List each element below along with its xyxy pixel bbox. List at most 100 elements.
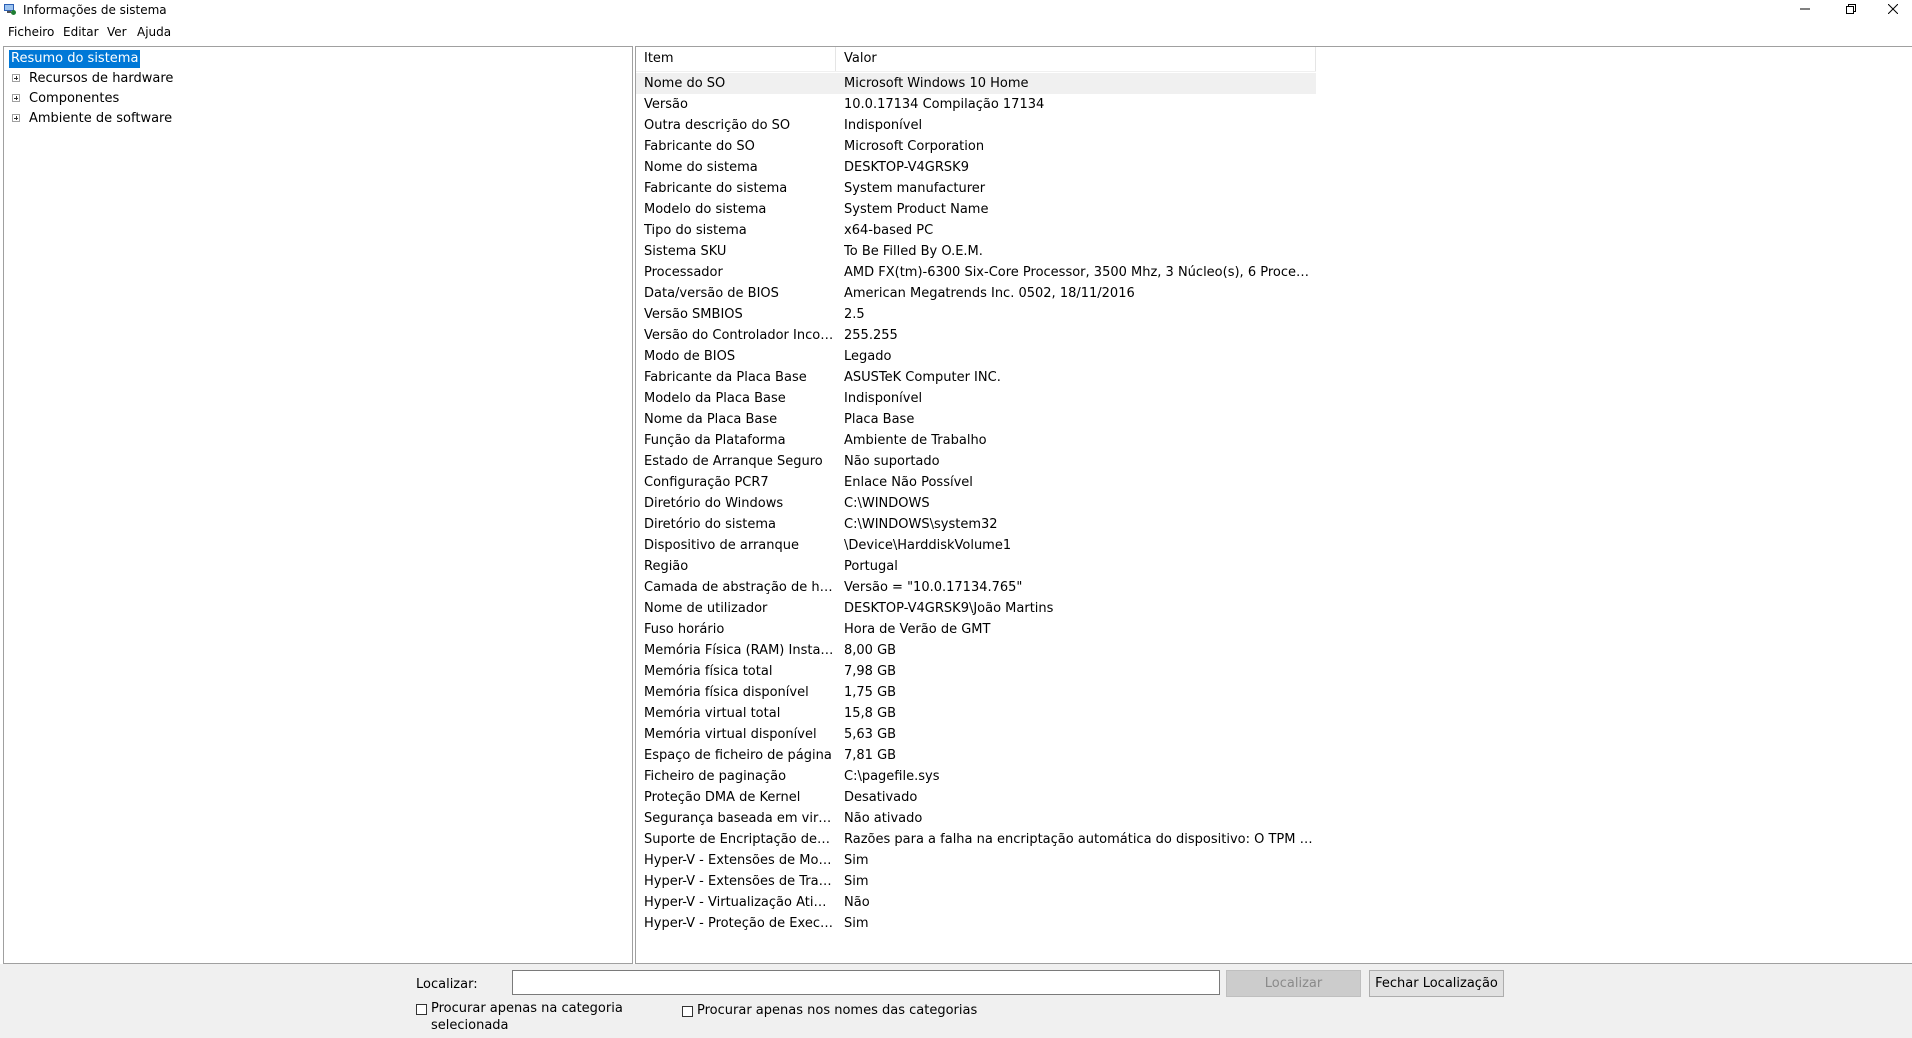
cell-item: Nome do sistema	[644, 160, 758, 175]
cell-item: Ficheiro de paginação	[644, 769, 787, 784]
table-row[interactable]: Camada de abstração de hard... Versão = "…	[636, 577, 1316, 598]
cell-item: Fuso horário	[644, 622, 725, 637]
table-row[interactable]: Nome da Placa Base Placa Base	[636, 409, 1316, 430]
table-row[interactable]: Sistema SKU To Be Filled By O.E.M.	[636, 241, 1316, 262]
table-row[interactable]: Fabricante da Placa Base ASUSTeK Computer…	[636, 367, 1316, 388]
find-input[interactable]	[512, 970, 1220, 995]
table-row[interactable]: Diretório do Windows C:\WINDOWS	[636, 493, 1316, 514]
cell-valor: 7,81 GB	[844, 748, 897, 763]
table-row[interactable]: Processador AMD FX(tm)-6300 Six-Core Proc…	[636, 262, 1316, 283]
checkbox-search-category-names[interactable]: Procurar apenas nos nomes das categorias	[682, 1002, 977, 1019]
table-row[interactable]: Hyper-V - Extensões de Traduç... Sim	[636, 871, 1316, 892]
find-label: Localizar:	[416, 977, 478, 992]
cell-item: Nome do SO	[644, 76, 726, 91]
tree-item-componentes[interactable]: Componentes	[4, 89, 304, 108]
table-row[interactable]: Hyper-V - Extensões de Modo ... Sim	[636, 850, 1316, 871]
cell-item: Região	[644, 559, 689, 574]
table-row[interactable]: Diretório do sistema C:\WINDOWS\system32	[636, 514, 1316, 535]
menu-ajuda[interactable]: Ajuda	[136, 24, 172, 40]
table-row[interactable]: Modelo da Placa Base Indisponível	[636, 388, 1316, 409]
table-row[interactable]: Versão do Controlador Incorp... 255.255	[636, 325, 1316, 346]
cell-item: Processador	[644, 265, 723, 280]
table-row[interactable]: Memória física total 7,98 GB	[636, 661, 1316, 682]
close-find-button[interactable]: Fechar Localização	[1369, 970, 1504, 997]
menu-editar[interactable]: Editar	[62, 24, 100, 40]
tree-item-ambiente-de-software[interactable]: Ambiente de software	[4, 109, 304, 128]
table-row[interactable]: Fabricante do sistema System manufacturer	[636, 178, 1316, 199]
cell-item: Dispositivo de arranque	[644, 538, 799, 553]
column-header-item[interactable]: Item	[636, 47, 836, 71]
cell-item: Versão	[644, 97, 688, 112]
table-row[interactable]: Configuração PCR7 Enlace Não Possível	[636, 472, 1316, 493]
table-row[interactable]: Função da Plataforma Ambiente de Trabalho	[636, 430, 1316, 451]
category-tree[interactable]: Resumo do sistema Recursos de hardware C…	[3, 46, 633, 964]
cell-valor: To Be Filled By O.E.M.	[844, 244, 983, 259]
cell-item: Versão do Controlador Incorp...	[644, 328, 834, 343]
table-row[interactable]: Modo de BIOS Legado	[636, 346, 1316, 367]
close-button[interactable]	[1870, 0, 1912, 21]
table-row[interactable]: Modelo do sistema System Product Name	[636, 199, 1316, 220]
table-row[interactable]: Espaço de ficheiro de página 7,81 GB	[636, 745, 1316, 766]
checkbox-box[interactable]	[682, 1006, 693, 1017]
table-row[interactable]: Região Portugal	[636, 556, 1316, 577]
menu-ver[interactable]: Ver	[106, 24, 128, 40]
system-information-icon	[4, 3, 16, 15]
table-row[interactable]: Ficheiro de paginação C:\pagefile.sys	[636, 766, 1316, 787]
table-row[interactable]: Data/versão de BIOS American Megatrends I…	[636, 283, 1316, 304]
cell-item: Diretório do Windows	[644, 496, 784, 511]
cell-item: Memória física disponível	[644, 685, 809, 700]
details-list[interactable]: Item Valor Nome do SO Microsoft Windows 1…	[635, 46, 1912, 964]
find-button[interactable]: Localizar	[1226, 970, 1361, 997]
cell-item: Função da Plataforma	[644, 433, 786, 448]
cell-item: Diretório do sistema	[644, 517, 776, 532]
table-row[interactable]: Fabricante do SO Microsoft Corporation	[636, 136, 1316, 157]
cell-item: Estado de Arranque Seguro	[644, 454, 823, 469]
restore-button[interactable]	[1828, 0, 1874, 21]
cell-valor: Não ativado	[844, 811, 923, 826]
table-row[interactable]: Tipo do sistema x64-based PC	[636, 220, 1316, 241]
table-row[interactable]: Versão 10.0.17134 Compilação 17134	[636, 94, 1316, 115]
checkbox-search-selected-category[interactable]: Procurar apenas na categoria selecionada	[416, 1000, 636, 1034]
cell-valor: System Product Name	[844, 202, 989, 217]
table-row[interactable]: Memória virtual total 15,8 GB	[636, 703, 1316, 724]
table-row[interactable]: Estado de Arranque Seguro Não suportado	[636, 451, 1316, 472]
cell-item: Versão SMBIOS	[644, 307, 743, 322]
expand-icon[interactable]	[12, 114, 20, 122]
table-row[interactable]: Nome do SO Microsoft Windows 10 Home	[636, 73, 1316, 94]
expand-icon[interactable]	[12, 94, 20, 102]
cell-item: Nome de utilizador	[644, 601, 768, 616]
cell-valor: C:\WINDOWS	[844, 496, 930, 511]
table-row[interactable]: Memória Física (RAM) Instalada 8,00 GB	[636, 640, 1316, 661]
cell-item: Configuração PCR7	[644, 475, 769, 490]
expand-icon[interactable]	[12, 74, 20, 82]
table-row[interactable]: Hyper-V - Virtualização Ativada... Não	[636, 892, 1316, 913]
menu-ficheiro[interactable]: Ficheiro	[7, 24, 55, 40]
checkbox-label: Procurar apenas nos nomes das categorias	[697, 1003, 978, 1018]
column-header-valor[interactable]: Valor	[836, 47, 1316, 71]
table-row[interactable]: Versão SMBIOS 2.5	[636, 304, 1316, 325]
table-row[interactable]: Suporte de Encriptação de Dis... Razões p…	[636, 829, 1316, 850]
table-row[interactable]: Nome de utilizador DESKTOP-V4GRSK9\João M…	[636, 598, 1316, 619]
table-row[interactable]: Memória física disponível 1,75 GB	[636, 682, 1316, 703]
table-row[interactable]: Memória virtual disponível 5,63 GB	[636, 724, 1316, 745]
minimize-button[interactable]	[1782, 0, 1828, 21]
cell-item: Nome da Placa Base	[644, 412, 778, 427]
title-bar: Informações de sistema	[0, 0, 1912, 21]
cell-valor: American Megatrends Inc. 0502, 18/11/201…	[844, 286, 1135, 301]
table-row[interactable]: Dispositivo de arranque \Device\HarddiskV…	[636, 535, 1316, 556]
cell-valor: Indisponível	[844, 118, 923, 133]
tree-item-resumo-do-sistema[interactable]: Resumo do sistema	[9, 49, 141, 68]
cell-item: Outra descrição do SO	[644, 118, 791, 133]
cell-valor: AMD FX(tm)-6300 Six-Core Processor, 3500…	[844, 265, 1314, 280]
checkbox-box[interactable]	[416, 1004, 427, 1015]
table-row[interactable]: Nome do sistema DESKTOP-V4GRSK9	[636, 157, 1316, 178]
cell-valor: Enlace Não Possível	[844, 475, 973, 490]
cell-valor: 10.0.17134 Compilação 17134	[844, 97, 1045, 112]
cell-valor: Ambiente de Trabalho	[844, 433, 987, 448]
tree-item-recursos-de-hardware[interactable]: Recursos de hardware	[4, 69, 304, 88]
table-row[interactable]: Fuso horário Hora de Verão de GMT	[636, 619, 1316, 640]
table-row[interactable]: Hyper-V - Proteção de Execuçã... Sim	[636, 913, 1316, 934]
table-row[interactable]: Proteção DMA de Kernel Desativado	[636, 787, 1316, 808]
table-row[interactable]: Outra descrição do SO Indisponível	[636, 115, 1316, 136]
table-row[interactable]: Segurança baseada em virtuali... Não ativ…	[636, 808, 1316, 829]
